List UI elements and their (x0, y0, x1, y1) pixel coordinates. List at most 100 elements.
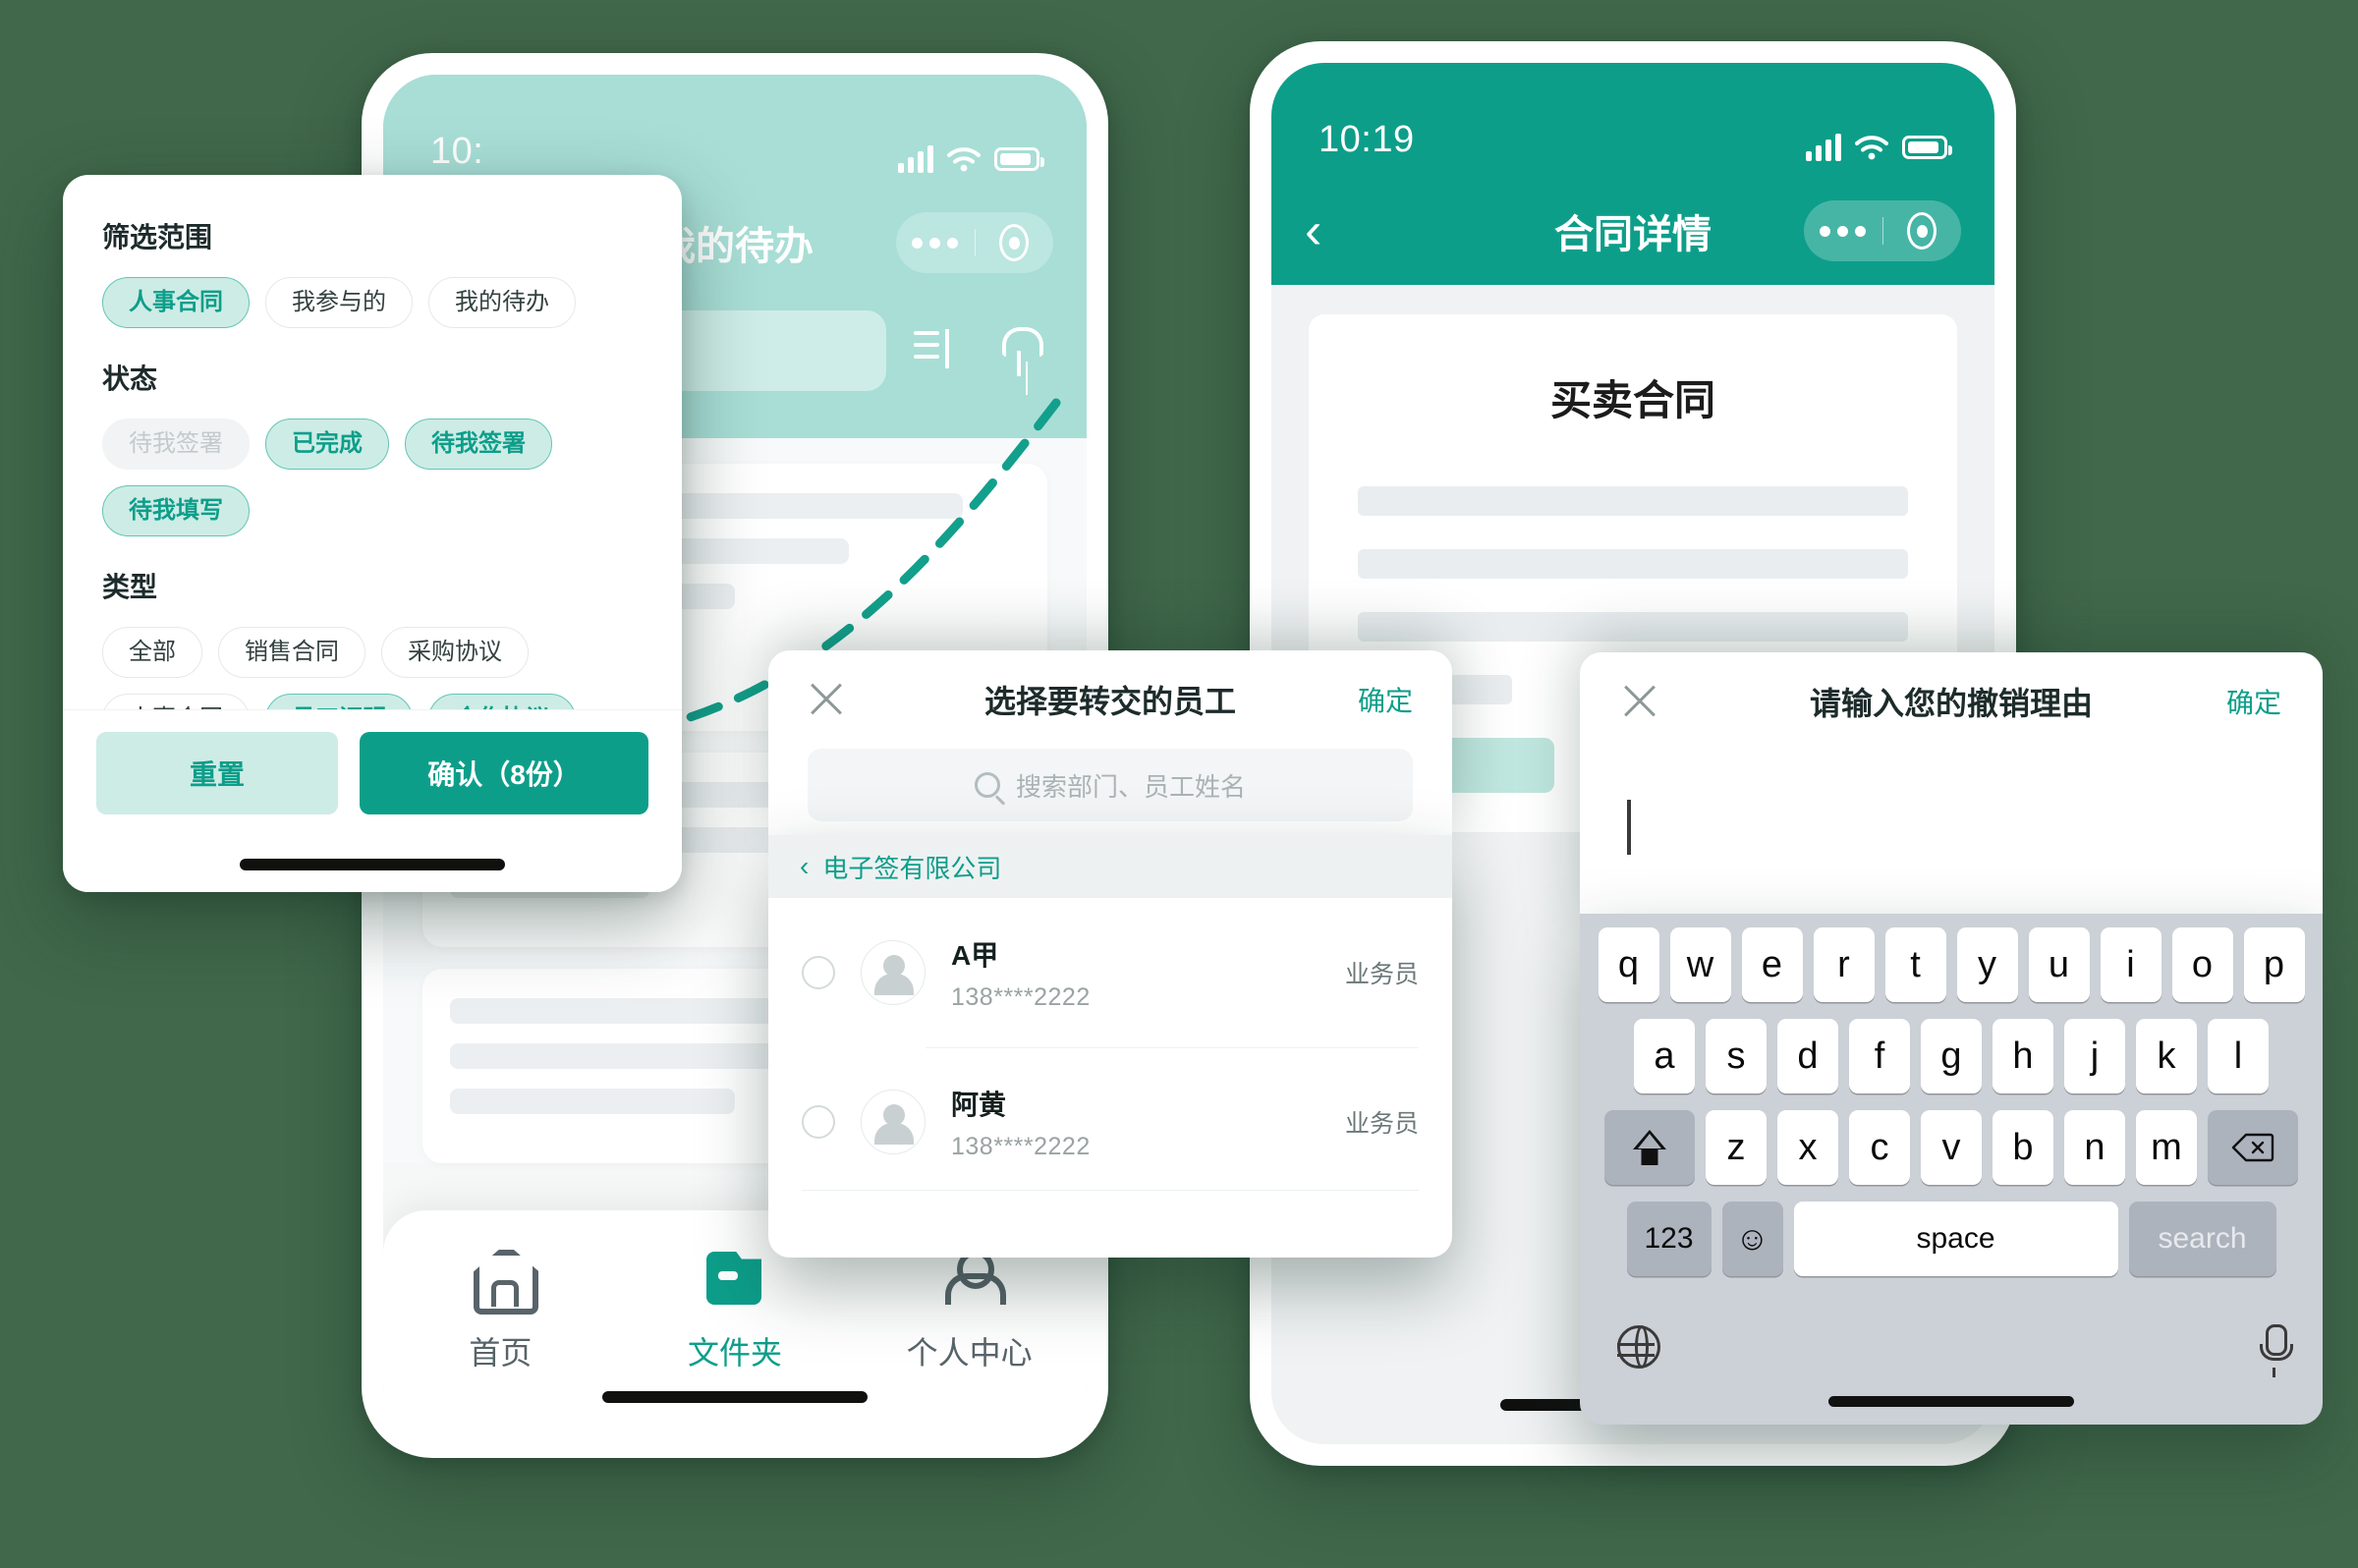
key-s[interactable]: s (1706, 1019, 1767, 1093)
document-title: 买卖合同 (1549, 377, 1715, 423)
transfer-confirm-button[interactable]: 确定 (1358, 680, 1413, 719)
tab-label: 首页 (469, 1335, 533, 1371)
key-v[interactable]: v (1921, 1110, 1982, 1185)
tab-label: 文件夹 (688, 1335, 783, 1371)
tab-folder[interactable]: 文件夹 (618, 1250, 853, 1373)
type-chip[interactable]: 采购协议 (381, 627, 529, 678)
filter-status-title: 状态 (102, 364, 158, 394)
status-chip[interactable]: 已完成 (265, 419, 389, 470)
breadcrumb[interactable]: ‹ 电子签有限公司 (768, 835, 1452, 898)
status-chip[interactable]: 待我签署 (405, 419, 552, 470)
mini-program-capsule[interactable] (896, 212, 1053, 273)
keyboard-row-4: 123 ☺ space search (1588, 1202, 2315, 1276)
filter-scope-chips: 人事合同 我参与的 我的待办 (102, 277, 643, 328)
shift-icon[interactable] (1604, 1110, 1695, 1185)
key-u[interactable]: u (2028, 927, 2090, 1002)
keyboard-row-1: q w e r t y u i o p (1588, 927, 2315, 1002)
confirm-button[interactable]: 确认（8份） (360, 732, 648, 814)
reason-textarea[interactable] (1621, 800, 2281, 855)
key-f[interactable]: f (1849, 1019, 1910, 1093)
close-icon[interactable] (808, 680, 847, 719)
key-numbers[interactable]: 123 (1626, 1202, 1712, 1276)
document-line (1358, 612, 1908, 642)
key-n[interactable]: n (2064, 1110, 2125, 1185)
tab-profile[interactable]: 个人中心 (852, 1250, 1087, 1373)
reason-modal-header: 请输入您的撤销理由 确定 (1580, 652, 2323, 937)
key-k[interactable]: k (2136, 1019, 2197, 1093)
status-system-icons (1806, 134, 1952, 161)
key-search[interactable]: search (2128, 1202, 2276, 1276)
type-chip[interactable]: 销售合同 (218, 627, 365, 678)
person-phone: 138****2222 (951, 1132, 1091, 1160)
close-icon[interactable] (1621, 682, 1660, 721)
avatar (861, 940, 926, 1005)
status-clock: 10: (430, 131, 484, 172)
key-z[interactable]: z (1706, 1110, 1767, 1185)
filter-status-chips: 待我签署 已完成 待我签署 待我填写 (102, 419, 643, 536)
key-l[interactable]: l (2208, 1019, 2269, 1093)
microphone-icon[interactable] (2260, 1324, 2293, 1377)
key-q[interactable]: q (1598, 927, 1659, 1002)
signal-icon (1806, 134, 1841, 161)
key-p[interactable]: p (2243, 927, 2305, 1002)
reset-button[interactable]: 重置 (96, 732, 338, 814)
employee-search-input[interactable]: 搜索部门、员工姓名 (808, 749, 1413, 821)
person-name: A甲 (951, 939, 999, 971)
key-d[interactable]: d (1777, 1019, 1838, 1093)
status-chip[interactable]: 待我填写 (102, 485, 250, 536)
close-target-icon[interactable] (976, 224, 1054, 261)
transfer-modal-body: ‹ 电子签有限公司 A甲 138****2222 业务员 阿黄 138****2… (768, 835, 1452, 1258)
transfer-modal-title: 选择要转交的员工 (983, 684, 1236, 719)
key-j[interactable]: j (2064, 1019, 2125, 1093)
filter-footer: 重置 确认（8份） (63, 709, 682, 892)
table-row[interactable]: A甲 138****2222 业务员 (768, 898, 1452, 1047)
more-dots-icon[interactable] (896, 237, 975, 249)
filter-icon[interactable] (992, 323, 1047, 378)
key-space[interactable]: space (1793, 1202, 2118, 1276)
emoji-icon[interactable]: ☺ (1721, 1202, 1783, 1276)
scope-chip[interactable]: 人事合同 (102, 277, 250, 328)
key-m[interactable]: m (2136, 1110, 2197, 1185)
battery-icon (1902, 136, 1952, 159)
person-phone: 138****2222 (951, 982, 1091, 1011)
key-g[interactable]: g (1921, 1019, 1982, 1093)
key-r[interactable]: r (1813, 927, 1875, 1002)
scope-chip[interactable]: 我参与的 (265, 277, 413, 328)
table-row[interactable]: 阿黄 138****2222 业务员 (768, 1047, 1452, 1197)
key-a[interactable]: a (1634, 1019, 1695, 1093)
signal-icon (898, 145, 933, 173)
search-placeholder: 搜索部门、员工姓名 (1015, 771, 1246, 802)
sort-icon[interactable] (912, 323, 967, 378)
globe-icon[interactable] (1617, 1325, 1660, 1369)
more-dots-icon[interactable] (1804, 225, 1882, 237)
key-t[interactable]: t (1884, 927, 1946, 1002)
left-home-indicator (602, 1391, 868, 1403)
reason-confirm-button[interactable]: 确定 (2226, 682, 2281, 721)
key-c[interactable]: c (1849, 1110, 1910, 1185)
select-radio[interactable] (802, 956, 835, 989)
skeleton-line (450, 1089, 735, 1114)
scope-chip[interactable]: 我的待办 (428, 277, 576, 328)
key-o[interactable]: o (2171, 927, 2233, 1002)
select-radio[interactable] (802, 1105, 835, 1139)
close-target-icon[interactable] (1883, 212, 1962, 250)
status-chip: 待我签署 (102, 419, 250, 470)
status-system-icons (898, 145, 1044, 173)
wifi-icon (1855, 136, 1888, 160)
left-status-bar: 10: (383, 75, 1087, 189)
filter-scope-title: 筛选范围 (102, 222, 213, 252)
status-clock: 10:19 (1319, 119, 1415, 160)
backspace-icon[interactable] (2208, 1110, 2298, 1185)
key-w[interactable]: w (1669, 927, 1731, 1002)
key-h[interactable]: h (1993, 1019, 2053, 1093)
key-y[interactable]: y (1956, 927, 2018, 1002)
mini-program-capsule[interactable] (1804, 200, 1961, 261)
back-button[interactable]: ‹ (1305, 205, 1374, 256)
reason-modal-title: 请输入您的撤销理由 (1809, 686, 2093, 721)
type-chip[interactable]: 全部 (102, 627, 202, 678)
key-x[interactable]: x (1777, 1110, 1838, 1185)
key-b[interactable]: b (1993, 1110, 2053, 1185)
key-e[interactable]: e (1741, 927, 1803, 1002)
key-i[interactable]: i (2100, 927, 2162, 1002)
tab-home[interactable]: 首页 (383, 1250, 618, 1373)
